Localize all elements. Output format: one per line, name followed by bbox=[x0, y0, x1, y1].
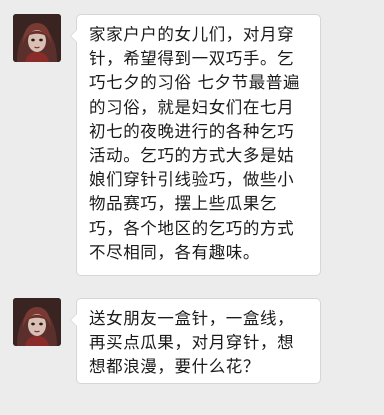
user-avatar-icon[interactable] bbox=[13, 14, 61, 62]
chat-thread: 家家户户的女儿们，对月穿针，希望得到一双巧手。乞巧七夕的习俗 七夕节最普遍的习俗… bbox=[0, 0, 384, 415]
user-avatar-icon[interactable] bbox=[13, 298, 61, 346]
message-bubble[interactable]: 家家户户的女儿们，对月穿针，希望得到一双巧手。乞巧七夕的习俗 七夕节最普遍的习俗… bbox=[70, 14, 321, 276]
message-bubble[interactable]: 送女朋友一盒针，一盒线，再买点瓜果，对月穿针，想想都浪漫，要什么花？ bbox=[70, 298, 321, 384]
